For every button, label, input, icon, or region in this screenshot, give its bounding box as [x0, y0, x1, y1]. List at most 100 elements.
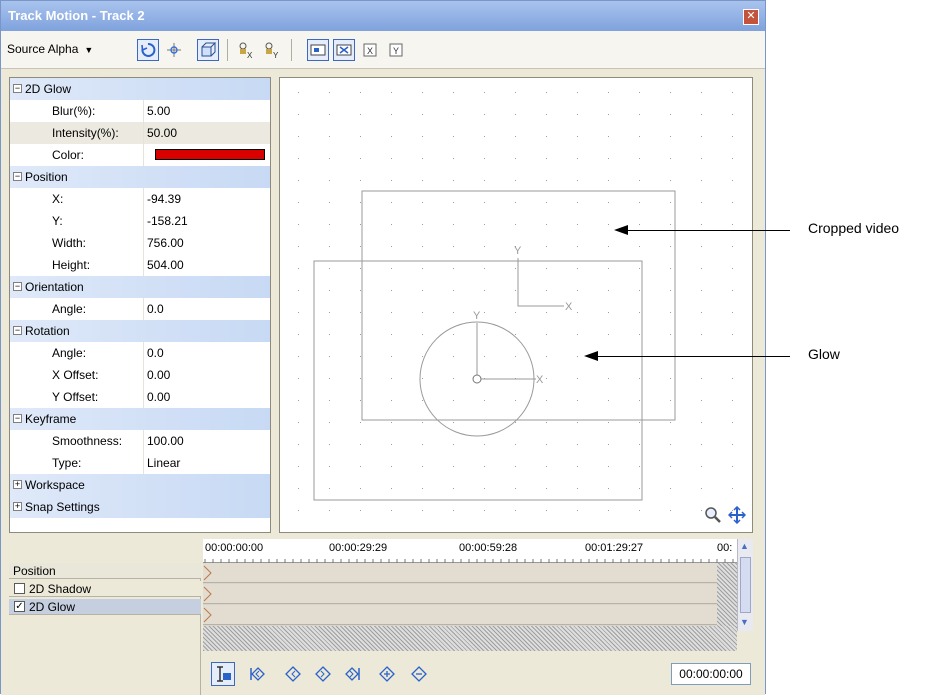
property-label: Type:: [52, 456, 82, 470]
lock-x-icon[interactable]: X: [235, 39, 257, 61]
glow-axis-x-label: X: [536, 374, 544, 386]
snap-icon[interactable]: [163, 39, 185, 61]
keyframe-row-2d-glow[interactable]: [203, 605, 717, 625]
property-group[interactable]: − Keyframe: [10, 408, 270, 430]
property-group[interactable]: − Orientation: [10, 276, 270, 298]
keyframe-marker[interactable]: [203, 563, 213, 583]
property-row[interactable]: Angle: 0.0: [10, 342, 270, 364]
add-keyframe-icon[interactable]: [379, 666, 395, 682]
property-row[interactable]: X: -94.39: [10, 188, 270, 210]
property-value[interactable]: 504.00: [147, 258, 184, 272]
property-label: X:: [52, 192, 64, 206]
property-row[interactable]: Y: -158.21: [10, 210, 270, 232]
property-label: Width:: [52, 236, 87, 250]
collapse-icon[interactable]: −: [13, 414, 22, 423]
sync-cursor-button[interactable]: [211, 662, 235, 686]
property-value[interactable]: 0.0: [147, 302, 164, 316]
expand-icon[interactable]: +: [13, 480, 22, 489]
property-group[interactable]: + Snap Settings: [10, 496, 270, 518]
property-row[interactable]: Angle: 0.0: [10, 298, 270, 320]
ruler-label: 00:00:00:00: [205, 542, 264, 554]
property-value[interactable]: Linear: [147, 456, 180, 470]
property-group-label: Position: [25, 170, 68, 184]
magnifier-icon[interactable]: [704, 506, 722, 524]
property-value[interactable]: 0.0: [147, 346, 164, 360]
property-value[interactable]: -158.21: [147, 214, 188, 228]
lock-y-icon[interactable]: Y: [261, 39, 283, 61]
edit-in-object-space-icon[interactable]: [307, 39, 329, 61]
property-value[interactable]: 100.00: [147, 434, 184, 448]
keyframe-row-position[interactable]: [203, 563, 717, 583]
glow-center-handle[interactable]: [472, 374, 482, 384]
property-row[interactable]: Color:: [10, 144, 270, 166]
property-group-label: 2D Glow: [25, 82, 72, 96]
property-group[interactable]: + Workspace: [10, 474, 270, 496]
track-row[interactable]: 2D Shadow: [9, 581, 201, 597]
vertical-scrollbar[interactable]: ▲ ▼: [737, 539, 753, 631]
keyframe-marker[interactable]: [203, 584, 213, 604]
glow-axis-y-label: Y: [473, 310, 481, 322]
collapse-icon[interactable]: −: [13, 282, 22, 291]
property-group[interactable]: − Rotation: [10, 320, 270, 342]
property-group-label: Keyframe: [25, 412, 77, 426]
3d-box-icon[interactable]: [197, 39, 219, 61]
prevent-movement-icon[interactable]: [333, 39, 355, 61]
last-keyframe-icon[interactable]: [345, 666, 361, 682]
prevent-x-icon[interactable]: X: [359, 39, 381, 61]
property-label: Smoothness:: [52, 434, 123, 448]
keyframe-marker[interactable]: [203, 605, 213, 625]
collapse-icon[interactable]: −: [13, 172, 22, 181]
collapse-icon[interactable]: −: [13, 326, 22, 335]
keyframe-row-2d-shadow[interactable]: [203, 584, 717, 604]
first-keyframe-icon[interactable]: [249, 666, 265, 682]
timecode-field[interactable]: 00:00:00:00: [671, 663, 751, 685]
property-value[interactable]: 5.00: [147, 104, 170, 118]
callout-arrowhead-icon: [614, 225, 628, 235]
property-row[interactable]: Width: 756.00: [10, 232, 270, 254]
delete-keyframe-icon[interactable]: [411, 666, 427, 682]
property-row[interactable]: Intensity(%): 50.00: [10, 122, 270, 144]
color-swatch[interactable]: [155, 149, 265, 160]
next-keyframe-icon[interactable]: [315, 666, 331, 682]
prevent-y-icon[interactable]: Y: [385, 39, 407, 61]
track-checkbox[interactable]: [14, 583, 25, 594]
property-label: Y:: [52, 214, 63, 228]
track-row[interactable]: ✓ 2D Glow: [9, 599, 201, 615]
track-motion-window: Track Motion - Track 2 ✕ Source Alpha ▼ X…: [0, 0, 766, 695]
previous-keyframe-icon[interactable]: [285, 666, 301, 682]
property-row[interactable]: Smoothness: 100.00: [10, 430, 270, 452]
property-value[interactable]: 0.00: [147, 390, 170, 404]
title-bar[interactable]: Track Motion - Track 2 ✕: [1, 1, 765, 31]
expand-icon[interactable]: +: [13, 502, 22, 511]
property-value[interactable]: 0.00: [147, 368, 170, 382]
property-label: Angle:: [52, 346, 87, 360]
close-button[interactable]: ✕: [743, 9, 759, 25]
time-ruler[interactable]: 00:00:00:00 00:00:29:29 00:00:59:28 00:01:2…: [203, 539, 737, 563]
rotate-icon[interactable]: [137, 39, 159, 61]
scroll-down-icon[interactable]: ▼: [740, 617, 749, 627]
track-row[interactable]: Position: [9, 563, 201, 579]
source-alpha-dropdown[interactable]: Source Alpha ▼: [7, 42, 93, 56]
vscroll-thumb[interactable]: [740, 557, 751, 613]
collapse-icon[interactable]: −: [13, 84, 22, 93]
property-label: Height:: [52, 258, 91, 272]
property-label: X Offset:: [52, 368, 99, 382]
property-group[interactable]: −2D Glow: [10, 78, 270, 100]
property-value[interactable]: 50.00: [147, 126, 177, 140]
track-checkbox[interactable]: ✓: [14, 601, 25, 612]
ruler-label: 00:00:29:29: [329, 542, 388, 554]
property-row[interactable]: Height: 504.00: [10, 254, 270, 276]
scroll-up-icon[interactable]: ▲: [740, 541, 749, 551]
property-row[interactable]: X Offset: 0.00: [10, 364, 270, 386]
svg-text:X: X: [247, 51, 253, 59]
property-value[interactable]: 756.00: [147, 236, 184, 250]
motion-canvas[interactable]: Y X Y X: [279, 77, 753, 533]
move-arrows-icon[interactable]: [727, 505, 747, 525]
property-group[interactable]: − Position: [10, 166, 270, 188]
toolbar: Source Alpha ▼ X Y X Y: [1, 31, 765, 69]
property-row[interactable]: Y Offset: 0.00: [10, 386, 270, 408]
property-row[interactable]: Blur(%): 5.00: [10, 100, 270, 122]
property-row[interactable]: Type: Linear: [10, 452, 270, 474]
property-value[interactable]: -94.39: [147, 192, 181, 206]
canvas-drawing[interactable]: Y X Y X: [280, 78, 752, 532]
